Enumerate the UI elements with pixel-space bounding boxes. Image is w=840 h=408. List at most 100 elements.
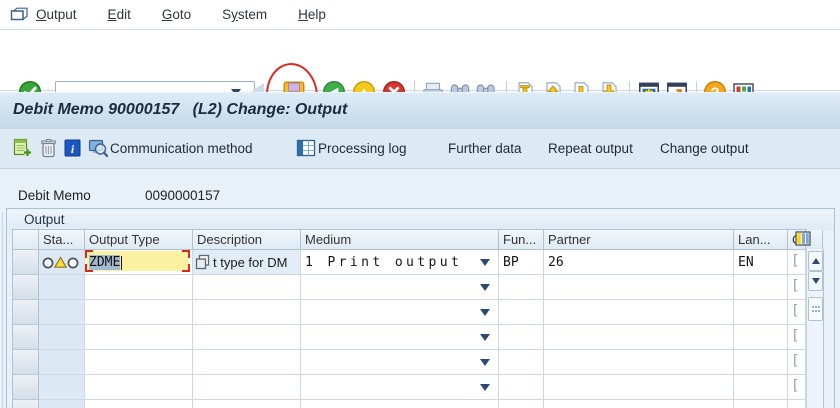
function-cell[interactable] (499, 275, 544, 300)
column-header-selector[interactable] (13, 230, 39, 250)
medium-value: 1 Print output (305, 255, 463, 270)
partner-cell[interactable]: 26 (544, 250, 734, 275)
medium-cell[interactable] (301, 300, 499, 325)
column-header-output-type[interactable]: Output Type (85, 230, 193, 250)
output-type-input[interactable]: ZDME (85, 250, 190, 272)
change-output-button[interactable]: Change output (660, 129, 749, 168)
repeat-output-button[interactable]: Repeat output (548, 129, 633, 168)
medium-dropdown-icon[interactable] (480, 334, 490, 341)
status-cell (39, 400, 85, 408)
function-cell[interactable] (499, 300, 544, 325)
menu-item-edit[interactable]: Edit (108, 7, 131, 22)
partner-cell[interactable] (544, 375, 734, 400)
information-icon[interactable]: i (64, 138, 81, 158)
communication-method-button[interactable]: Communication method (110, 129, 253, 168)
medium-cell[interactable]: 1 Print output (301, 250, 499, 275)
clipped-field-bracket (791, 303, 799, 319)
column-header-partner[interactable]: Partner (544, 230, 734, 250)
left-window-edge (2, 212, 3, 408)
description-cell (193, 275, 301, 300)
partner-cell[interactable] (544, 400, 734, 408)
partner-cell[interactable] (544, 325, 734, 350)
menu-item-goto[interactable]: Goto (162, 7, 191, 22)
column-header-status[interactable]: Sta... (39, 230, 85, 250)
status-cell (39, 375, 85, 400)
language-cell[interactable]: EN (734, 250, 788, 275)
description-cell (193, 350, 301, 375)
column-header-function[interactable]: Fun... (499, 230, 544, 250)
row-selector[interactable] (13, 300, 39, 325)
partner-cell[interactable] (544, 350, 734, 375)
clipped-cell (788, 325, 806, 350)
row-selector[interactable] (13, 325, 39, 350)
scroll-down-icon[interactable] (808, 271, 823, 291)
medium-cell[interactable] (301, 400, 499, 408)
processing-log-icon[interactable] (296, 138, 316, 158)
medium-dropdown-icon[interactable] (480, 284, 490, 291)
standard-toolbar: ? (0, 30, 840, 131)
medium-cell[interactable] (301, 375, 499, 400)
row-selector[interactable] (13, 400, 39, 408)
status-cell (39, 350, 85, 375)
control-menu-icon[interactable] (9, 6, 29, 23)
output-type-cell[interactable] (85, 275, 193, 300)
table-settings-icon[interactable] (795, 231, 811, 247)
status-warning-icon (42, 256, 79, 269)
scrollbar-thumb[interactable] (808, 297, 823, 321)
output-type-cell[interactable] (85, 400, 193, 408)
processing-log-button[interactable]: Processing log (318, 129, 407, 168)
row-selector[interactable] (13, 275, 39, 300)
column-header-medium[interactable]: Medium (301, 230, 499, 250)
output-type-cell[interactable]: ZDME (85, 250, 193, 275)
clipped-cell (788, 350, 806, 375)
clipped-field-bracket (791, 378, 799, 394)
medium-dropdown-icon[interactable] (480, 259, 490, 266)
output-type-cell[interactable] (85, 325, 193, 350)
partner-cell[interactable] (544, 300, 734, 325)
function-cell[interactable] (499, 400, 544, 408)
insert-line-icon[interactable] (12, 138, 32, 158)
function-cell[interactable]: BP (499, 250, 544, 275)
description-cell: t type for DM (193, 250, 301, 275)
language-cell[interactable] (734, 400, 788, 408)
communication-method-icon[interactable] (88, 138, 108, 158)
further-data-button[interactable]: Further data (448, 129, 522, 168)
output-type-cell[interactable] (85, 300, 193, 325)
language-cell[interactable] (734, 350, 788, 375)
page-title: Debit Memo 90000157 (L2) Change: Output (13, 101, 348, 118)
medium-dropdown-icon[interactable] (480, 359, 490, 366)
function-cell[interactable] (499, 375, 544, 400)
menu-item-help[interactable]: Help (298, 7, 326, 22)
column-header-description[interactable]: Description (193, 230, 301, 250)
row-selector[interactable] (13, 375, 39, 400)
clipped-cell (788, 300, 806, 325)
description-cell (193, 325, 301, 350)
row-selector[interactable] (13, 250, 39, 275)
menu-item-output[interactable]: Output (36, 7, 77, 22)
clipped-field-bracket (791, 328, 799, 344)
function-cell[interactable] (499, 350, 544, 375)
language-cell[interactable] (734, 275, 788, 300)
medium-cell[interactable] (301, 325, 499, 350)
clipped-cell (788, 375, 806, 400)
output-type-cell[interactable] (85, 350, 193, 375)
vertical-scrollbar[interactable] (806, 249, 824, 408)
application-toolbar: i Communication method Processing log Fu… (0, 129, 840, 169)
medium-dropdown-icon[interactable] (480, 384, 490, 391)
language-cell[interactable] (734, 375, 788, 400)
clipped-field-bracket (791, 253, 799, 269)
medium-dropdown-icon[interactable] (480, 309, 490, 316)
language-cell[interactable] (734, 325, 788, 350)
language-cell[interactable] (734, 300, 788, 325)
medium-cell[interactable] (301, 350, 499, 375)
row-selector[interactable] (13, 350, 39, 375)
overview-pages-icon[interactable] (195, 254, 211, 270)
function-cell[interactable] (499, 325, 544, 350)
column-header-language[interactable]: Lan... (734, 230, 788, 250)
scroll-up-icon[interactable] (808, 251, 823, 271)
output-type-cell[interactable] (85, 375, 193, 400)
medium-cell[interactable] (301, 275, 499, 300)
partner-cell[interactable] (544, 275, 734, 300)
menu-item-system[interactable]: System (222, 7, 267, 22)
delete-line-icon[interactable] (40, 138, 57, 158)
